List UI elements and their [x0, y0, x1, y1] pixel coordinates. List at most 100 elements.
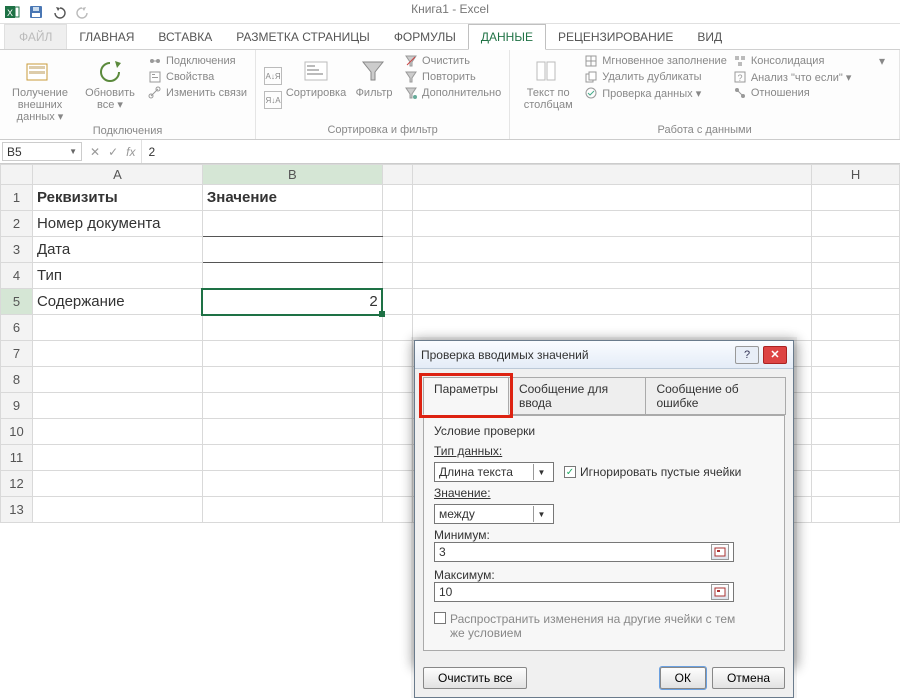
sort-asc-button[interactable]: А↓Я [264, 67, 282, 85]
reapply-filter-item[interactable]: Повторить [404, 70, 501, 84]
connections-item[interactable]: Подключения [148, 54, 247, 68]
get-external-data-button[interactable]: Получение внешних данных ▾ [8, 54, 72, 123]
cell[interactable] [32, 419, 202, 445]
col-head-H[interactable]: H [812, 165, 900, 185]
cell[interactable] [32, 367, 202, 393]
row-head[interactable]: 11 [1, 445, 33, 471]
relationships-item[interactable]: Отношения [733, 86, 852, 100]
name-box-dropdown-icon[interactable]: ▼ [69, 147, 77, 156]
cell[interactable] [382, 341, 412, 367]
advanced-filter-item[interactable]: Дополнительно [404, 86, 501, 100]
cell[interactable] [812, 263, 900, 289]
cell[interactable] [382, 419, 412, 445]
confirm-entry-icon[interactable]: ✓ [108, 145, 118, 159]
redo-icon[interactable] [76, 4, 92, 20]
dialog-tab-input-msg[interactable]: Сообщение для ввода [508, 377, 646, 415]
cell[interactable] [812, 393, 900, 419]
cell[interactable] [412, 237, 811, 263]
cell[interactable] [382, 237, 412, 263]
refresh-all-button[interactable]: Обновить все ▾ [78, 54, 142, 123]
cell[interactable] [382, 289, 412, 315]
row-head[interactable]: 2 [1, 211, 33, 237]
row-head[interactable]: 9 [1, 393, 33, 419]
cell[interactable] [812, 341, 900, 367]
row-head[interactable]: 3 [1, 237, 33, 263]
cell[interactable] [812, 237, 900, 263]
tab-insert[interactable]: ВСТАВКА [146, 25, 224, 49]
col-head-C[interactable] [382, 165, 412, 185]
flash-fill-item[interactable]: Мгновенное заполнение [584, 54, 727, 68]
cell[interactable] [412, 211, 811, 237]
cell[interactable] [382, 315, 412, 341]
cell[interactable] [32, 341, 202, 367]
cell[interactable] [382, 211, 412, 237]
col-head-A[interactable]: A [32, 165, 202, 185]
sort-button[interactable]: Сортировка [288, 54, 344, 122]
propagate-checkbox[interactable]: Распространить изменения на другие ячейк… [434, 612, 774, 640]
range-picker-icon[interactable] [711, 544, 729, 560]
row-head[interactable]: 1 [1, 185, 33, 211]
row-head[interactable]: 8 [1, 367, 33, 393]
tab-file[interactable]: ФАЙЛ [4, 24, 67, 49]
collapse-ribbon-icon[interactable]: ▾ [879, 54, 885, 68]
type-select[interactable]: Длина текста ▼ [434, 462, 554, 482]
cell[interactable] [412, 263, 811, 289]
cell[interactable] [412, 315, 811, 341]
cell[interactable] [202, 341, 382, 367]
dialog-tab-parameters[interactable]: Параметры [423, 377, 509, 415]
cell-B5-active[interactable]: 2 [202, 289, 382, 315]
cell[interactable] [812, 211, 900, 237]
undo-icon[interactable] [52, 4, 68, 20]
cell[interactable] [202, 497, 382, 523]
tab-review[interactable]: РЕЦЕНЗИРОВАНИЕ [546, 25, 685, 49]
text-to-columns-button[interactable]: Текст по столбцам [518, 54, 578, 122]
cell-B4[interactable] [202, 263, 382, 289]
cell[interactable] [812, 315, 900, 341]
cell[interactable] [812, 497, 900, 523]
cell-B1[interactable]: Значение [202, 185, 382, 211]
row-head[interactable]: 12 [1, 471, 33, 497]
cancel-button[interactable]: Отмена [712, 667, 785, 689]
row-head[interactable]: 7 [1, 341, 33, 367]
range-picker-icon[interactable] [711, 584, 729, 600]
min-input[interactable]: 3 [434, 542, 734, 562]
value-select[interactable]: между ▼ [434, 504, 554, 524]
save-icon[interactable] [28, 4, 44, 20]
cell[interactable] [382, 263, 412, 289]
cell[interactable] [382, 471, 412, 497]
clear-filter-item[interactable]: Очистить [404, 54, 501, 68]
dialog-close-button[interactable]: ✕ [763, 346, 787, 364]
tab-layout[interactable]: РАЗМЕТКА СТРАНИЦЫ [224, 25, 382, 49]
edit-links-item[interactable]: Изменить связи [148, 86, 247, 100]
cell-B3[interactable] [202, 237, 382, 263]
col-head-pad[interactable] [412, 165, 811, 185]
cell-B2[interactable] [202, 211, 382, 237]
tab-home[interactable]: ГЛАВНАЯ [67, 25, 146, 49]
cell[interactable] [382, 445, 412, 471]
cell[interactable] [32, 471, 202, 497]
cell[interactable] [32, 445, 202, 471]
cell[interactable] [382, 393, 412, 419]
cell[interactable] [382, 497, 412, 523]
cell[interactable] [202, 315, 382, 341]
filter-button[interactable]: Фильтр [350, 54, 398, 122]
row-head[interactable]: 5 [1, 289, 33, 315]
cell-A1[interactable]: Реквизиты [32, 185, 202, 211]
cell[interactable] [32, 315, 202, 341]
row-head[interactable]: 10 [1, 419, 33, 445]
worksheet-grid[interactable]: A B H 1 Реквизиты Значение 2 Номер докум… [0, 164, 900, 523]
cell[interactable] [382, 185, 412, 211]
dialog-tab-error-msg[interactable]: Сообщение об ошибке [645, 377, 786, 415]
fill-handle[interactable] [379, 311, 385, 317]
data-validation-item[interactable]: Проверка данных ▾ [584, 86, 727, 100]
cell[interactable] [412, 289, 811, 315]
cell[interactable] [812, 289, 900, 315]
row-head[interactable]: 6 [1, 315, 33, 341]
cell[interactable] [812, 419, 900, 445]
consolidate-item[interactable]: Консолидация [733, 54, 852, 68]
clear-all-button[interactable]: Очистить все [423, 667, 527, 689]
cell[interactable] [812, 471, 900, 497]
cell[interactable] [32, 393, 202, 419]
cell-A5[interactable]: Содержание [32, 289, 202, 315]
cell[interactable] [202, 393, 382, 419]
